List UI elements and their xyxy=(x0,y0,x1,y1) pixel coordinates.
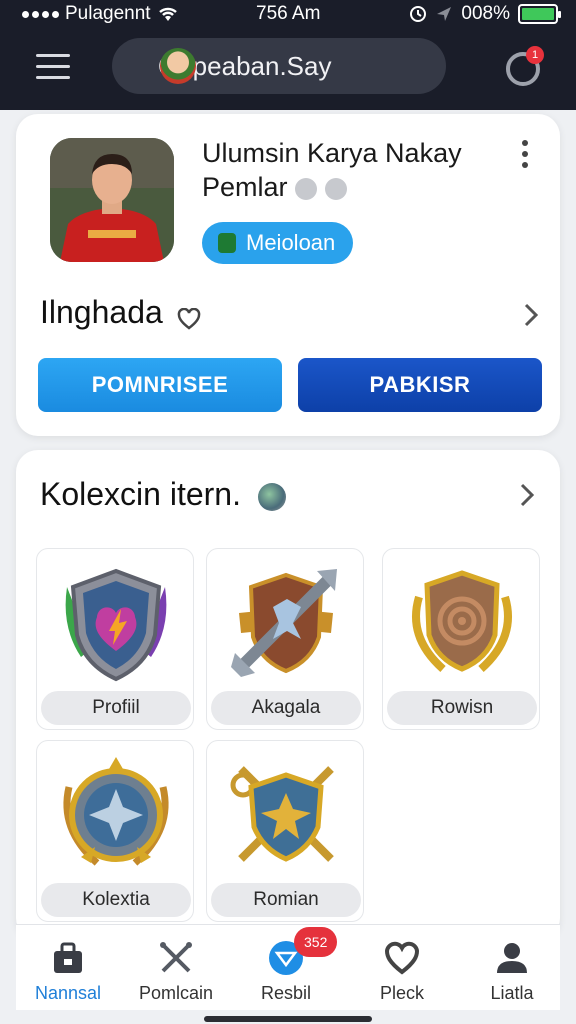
battery-percent: 008% xyxy=(461,3,510,24)
heart-shield-icon xyxy=(65,568,167,682)
heart-icon xyxy=(384,941,420,975)
collection-item[interactable]: Romian xyxy=(206,740,364,922)
collection-card: Kolexcin itern. Profiil Akagala Rowisn K… xyxy=(16,450,560,940)
wifi-icon xyxy=(158,7,177,21)
nav-label: Nannsal xyxy=(34,983,102,1003)
crossed-tools-icon xyxy=(160,942,192,973)
status-right: 008% xyxy=(409,3,561,25)
collection-title-text: Kolexcin itern. xyxy=(40,476,241,512)
collection-item[interactable]: Rowisn xyxy=(382,548,540,730)
collection-item[interactable]: Kolextia xyxy=(36,740,194,922)
status-bar: Pulagennt 756 Am 008% xyxy=(0,0,576,30)
axe-shield-icon xyxy=(231,569,337,677)
status-chip[interactable]: Meioloan xyxy=(202,222,354,264)
more-options-icon[interactable] xyxy=(520,140,530,174)
avatar-icon xyxy=(160,48,196,84)
gear-icon xyxy=(325,177,348,200)
collection-item[interactable]: Profiil xyxy=(36,548,194,730)
nav-label: Pomlcain xyxy=(138,983,214,1003)
profile-card: Ulumsin Karya Nakay Pemlar Meioloan Ilng… xyxy=(16,114,560,436)
profile-photo xyxy=(50,138,174,262)
user-icon xyxy=(497,943,527,973)
alarm-icon xyxy=(410,6,427,22)
face-icon xyxy=(295,177,318,200)
money-icon xyxy=(218,233,236,253)
nav-label: Pleck xyxy=(379,983,424,1003)
nav-item-liatla[interactable]: Liatla xyxy=(458,935,566,1007)
item-label: Rowisn xyxy=(387,691,537,725)
app-header: Qnpeaban.Say 1 xyxy=(0,30,576,110)
nav-label: Resbil xyxy=(260,983,312,1003)
globe-icon xyxy=(257,482,286,511)
heart-link-icon xyxy=(177,307,201,330)
bag-icon xyxy=(54,942,82,973)
profile-name: Ulumsin Karya Nakay Pemlar xyxy=(202,136,502,204)
profile-row-label: Ilnghada xyxy=(40,294,163,330)
search-bar[interactable]: Qnpeaban.Say xyxy=(112,38,446,94)
chevron-right-icon xyxy=(524,303,539,327)
item-label: Akagala xyxy=(211,691,361,725)
home-indicator[interactable] xyxy=(204,1016,372,1022)
star-shield-icon xyxy=(63,757,169,866)
nav-item-resbil[interactable]: 352 Resbil xyxy=(232,927,340,1007)
verified-icons xyxy=(295,177,348,200)
profile-link-row[interactable]: Ilnghada xyxy=(40,294,540,338)
secondary-action-button[interactable]: PABKISR xyxy=(298,358,542,412)
item-label: Romian xyxy=(211,883,361,917)
nav-item-pleck[interactable]: Pleck xyxy=(348,935,456,1007)
chevron-right-icon[interactable] xyxy=(518,482,536,508)
notification-icon[interactable]: 1 xyxy=(506,46,544,86)
notification-badge: 1 xyxy=(526,46,544,64)
laurel-emblem-icon xyxy=(412,570,512,672)
status-time: 756 Am xyxy=(256,3,321,24)
primary-action-button[interactable]: POMNRISEE xyxy=(38,358,282,412)
collection-item[interactable]: Akagala xyxy=(206,548,364,730)
signal-icon xyxy=(22,10,59,18)
location-icon xyxy=(437,7,452,21)
item-label: Profiil xyxy=(41,691,191,725)
battery-icon xyxy=(518,4,561,24)
carrier-label: Pulagennt xyxy=(65,3,151,24)
status-chip-label: Meioloan xyxy=(246,230,336,255)
bottom-nav: Nannsal Pomlcain 352 Resbil Pleck Liatla xyxy=(16,924,560,1010)
nav-label: Liatla xyxy=(490,983,534,1003)
nav-item-nannsal[interactable]: Nannsal xyxy=(14,935,122,1007)
menu-icon[interactable] xyxy=(36,54,70,82)
item-label: Kolextia xyxy=(41,883,191,917)
carrier-group: Pulagennt xyxy=(22,3,179,25)
nav-item-pomlcain[interactable]: Pomlcain xyxy=(122,935,230,1007)
nav-badge: 352 xyxy=(294,927,338,957)
collection-title: Kolexcin itern. xyxy=(40,476,286,513)
crossed-swords-icon xyxy=(230,766,334,862)
